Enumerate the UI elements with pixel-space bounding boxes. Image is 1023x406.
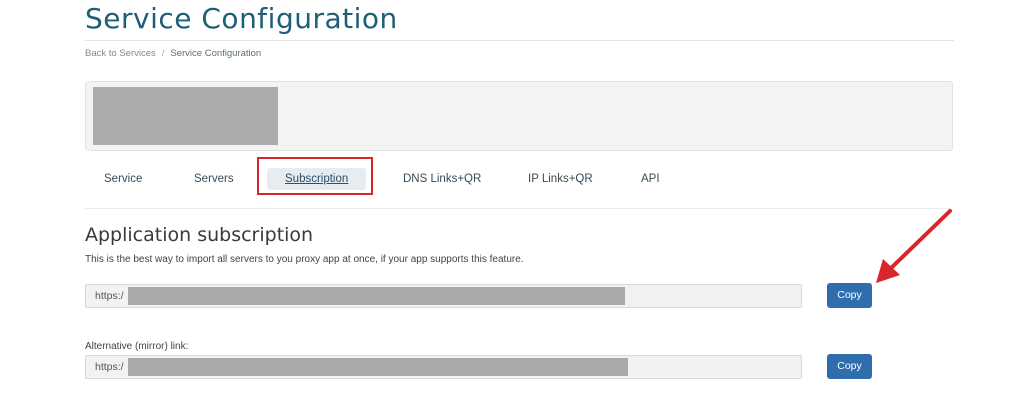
annotation-arrow-icon <box>876 209 952 283</box>
subscription-url-field[interactable]: https:/ <box>85 284 802 308</box>
breadcrumb-current: Service Configuration <box>170 48 262 59</box>
annotation-highlight-box <box>257 157 373 195</box>
copy-subscription-button[interactable]: Copy <box>827 283 872 308</box>
tab-bar: Service Servers Subscription DNS Links+Q… <box>85 160 951 209</box>
redacted-url <box>128 358 628 376</box>
tab-dns-links-qr[interactable]: DNS Links+QR <box>403 173 481 185</box>
redacted-content <box>93 87 278 145</box>
copy-mirror-button[interactable]: Copy <box>827 354 872 379</box>
section-description: This is the best way to import all serve… <box>85 254 524 265</box>
breadcrumb-separator: / <box>161 48 165 59</box>
tab-servers[interactable]: Servers <box>194 173 234 185</box>
service-info-panel <box>85 81 953 151</box>
tab-ip-links-qr[interactable]: IP Links+QR <box>528 173 593 185</box>
url-prefix: https:/ <box>95 290 124 302</box>
breadcrumb: Back to Services / Service Configuration <box>85 48 261 59</box>
section-heading: Application subscription <box>85 224 314 246</box>
page-title: Service Configuration <box>85 2 398 35</box>
breadcrumb-back-link[interactable]: Back to Services <box>85 48 156 59</box>
tab-service[interactable]: Service <box>104 173 142 185</box>
redacted-url <box>128 287 625 305</box>
mirror-url-field[interactable]: https:/ <box>85 355 802 379</box>
alt-link-label: Alternative (mirror) link: <box>85 341 189 352</box>
title-divider <box>85 40 954 41</box>
tab-api[interactable]: API <box>641 173 660 185</box>
url-prefix: https:/ <box>95 361 124 373</box>
